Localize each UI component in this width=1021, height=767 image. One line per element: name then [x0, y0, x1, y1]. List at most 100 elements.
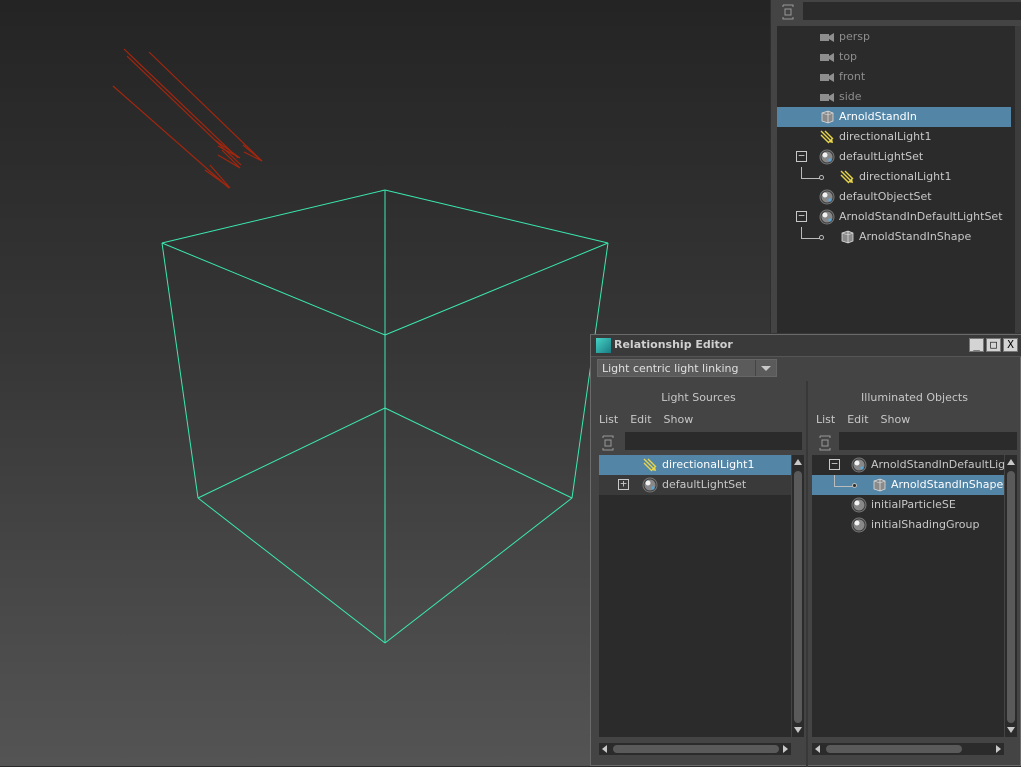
scroll-thumb[interactable]	[613, 745, 779, 753]
chevron-down-icon[interactable]	[755, 360, 776, 376]
minimize-button[interactable]: _	[969, 338, 984, 352]
outliner-panel: persp top front side ArnoldStandIn directiona…	[770, 0, 1021, 333]
collapse-icon[interactable]: −	[796, 210, 807, 222]
outliner-item[interactable]: top	[777, 47, 1011, 67]
standin-shape-icon	[873, 478, 886, 492]
illuminated-objects-panel: Illuminated Objects List Edit Show − Arnold…	[808, 381, 1021, 767]
tree-connector	[801, 227, 821, 239]
collapse-icon[interactable]: −	[829, 458, 840, 470]
outliner-search-input[interactable]	[803, 2, 1021, 20]
outliner-item-label: persp	[839, 30, 870, 43]
outliner-item-label: front	[839, 70, 866, 83]
outliner-item-label: ArnoldStandIn	[839, 110, 917, 123]
camera-icon	[820, 53, 834, 62]
scroll-left-icon[interactable]	[815, 745, 820, 753]
light-sources-list[interactable]: directionalLight1 + defaultLightSet	[599, 455, 791, 737]
light-source-item[interactable]: directionalLight1	[599, 455, 791, 475]
outliner-item-label: ArnoldStandInShape	[859, 230, 972, 243]
directional-light-icon	[820, 130, 834, 144]
menu-edit[interactable]: Edit	[630, 413, 651, 426]
maximize-button[interactable]: □	[986, 338, 1001, 352]
illuminated-object-item[interactable]: initialShadingGroup	[812, 515, 1004, 535]
expand-icon[interactable]: +	[618, 478, 629, 490]
light-sources-vscrollbar[interactable]	[792, 455, 804, 737]
menu-edit[interactable]: Edit	[847, 413, 868, 426]
outliner-item[interactable]: directionalLight1	[777, 127, 1011, 147]
standin-icon	[821, 110, 834, 124]
maya-app-icon	[596, 338, 611, 353]
window-titlebar[interactable]: Relationship Editor _ □ X	[591, 335, 1021, 357]
menu-show[interactable]: Show	[881, 413, 911, 426]
scroll-up-icon[interactable]	[794, 459, 802, 465]
tree-connector-dot	[819, 235, 824, 240]
outliner-item[interactable]: persp	[777, 27, 1011, 47]
directional-light-gizmo[interactable]	[112, 48, 263, 189]
tree-connector-dot	[819, 175, 824, 180]
directional-light-icon	[643, 458, 657, 472]
outliner-item-label: ArnoldStandInDefaultLightSet	[839, 210, 1003, 223]
set-icon	[819, 209, 835, 225]
tree-connector	[834, 475, 854, 487]
illuminated-object-item-label: initialShadingGroup	[871, 518, 980, 531]
illuminated-objects-search-input[interactable]	[839, 432, 1017, 450]
filter-icon[interactable]	[818, 435, 832, 451]
scroll-right-icon[interactable]	[996, 745, 1001, 753]
illuminated-objects-vscrollbar[interactable]	[1005, 455, 1017, 737]
outliner-item-label: defaultLightSet	[839, 150, 924, 163]
illuminated-object-item-label: ArnoldStandInDefaultLig	[871, 458, 1004, 471]
outliner-item[interactable]: defaultObjectSet	[777, 187, 1011, 207]
illuminated-object-item-label: initialParticleSE	[871, 498, 956, 511]
light-sources-title: Light Sources	[661, 391, 736, 404]
menu-list[interactable]: List	[816, 413, 835, 426]
outliner-item-label: directionalLight1	[839, 130, 932, 143]
outliner-list[interactable]: persp top front side ArnoldStandIn directiona…	[777, 26, 1015, 333]
scroll-left-icon[interactable]	[602, 745, 607, 753]
light-sources-search-input[interactable]	[625, 432, 802, 450]
cube-wireframe[interactable]	[161, 189, 609, 644]
scroll-up-icon[interactable]	[1007, 459, 1015, 465]
scroll-down-icon[interactable]	[794, 727, 802, 733]
outliner-item[interactable]: directionalLight1	[777, 167, 1011, 187]
outliner-item[interactable]: ArnoldStandInShape	[777, 227, 1011, 247]
illuminated-object-item[interactable]: initialParticleSE	[812, 495, 1004, 515]
close-button[interactable]: X	[1003, 338, 1018, 352]
outliner-item[interactable]: ArnoldStandIn	[777, 107, 1011, 127]
menu-show[interactable]: Show	[664, 413, 694, 426]
tree-connector	[801, 167, 821, 179]
filter-icon[interactable]	[781, 4, 795, 20]
collapse-icon[interactable]: −	[796, 150, 807, 162]
filter-icon[interactable]	[601, 435, 615, 451]
outliner-scrollbar[interactable]	[1015, 26, 1021, 333]
outliner-item-label: top	[839, 50, 858, 63]
scroll-down-icon[interactable]	[1007, 727, 1015, 733]
scroll-thumb[interactable]	[1007, 471, 1015, 723]
relationship-editor-window: Relationship Editor _ □ X Light centric …	[590, 334, 1021, 767]
illuminated-objects-hscrollbar[interactable]	[812, 743, 1004, 755]
outliner-item[interactable]: − ArnoldStandInDefaultLightSet	[777, 207, 1011, 227]
mode-dropdown-value: Light centric light linking	[602, 362, 739, 375]
illuminated-object-item[interactable]: − ArnoldStandInDefaultLig	[812, 455, 1004, 475]
window-title: Relationship Editor	[614, 338, 733, 351]
outliner-item[interactable]: front	[777, 67, 1011, 87]
illuminated-object-item[interactable]: ArnoldStandInShape	[812, 475, 1004, 495]
camera-icon	[820, 93, 834, 102]
outliner-item[interactable]: side	[777, 87, 1011, 107]
illuminated-object-item-label: ArnoldStandInShape	[891, 478, 1004, 491]
outliner-item[interactable]: − defaultLightSet	[777, 147, 1011, 167]
illuminated-objects-list[interactable]: − ArnoldStandInDefaultLig ArnoldStandInSha…	[812, 455, 1004, 737]
scroll-thumb[interactable]	[826, 745, 962, 753]
scroll-thumb[interactable]	[794, 471, 802, 723]
outliner-item-label: directionalLight1	[859, 170, 952, 183]
shading-group-icon	[851, 497, 867, 513]
menu-list[interactable]: List	[599, 413, 618, 426]
camera-icon	[820, 33, 834, 42]
light-source-item-label: directionalLight1	[662, 458, 755, 471]
outliner-item-label: defaultObjectSet	[839, 190, 932, 203]
shading-group-icon	[851, 517, 867, 533]
illuminated-objects-title: Illuminated Objects	[861, 391, 968, 404]
directional-light-icon	[840, 170, 854, 184]
light-sources-hscrollbar[interactable]	[599, 743, 791, 755]
scroll-right-icon[interactable]	[783, 745, 788, 753]
mode-dropdown[interactable]: Light centric light linking	[597, 359, 777, 377]
light-source-item[interactable]: + defaultLightSet	[599, 475, 791, 495]
